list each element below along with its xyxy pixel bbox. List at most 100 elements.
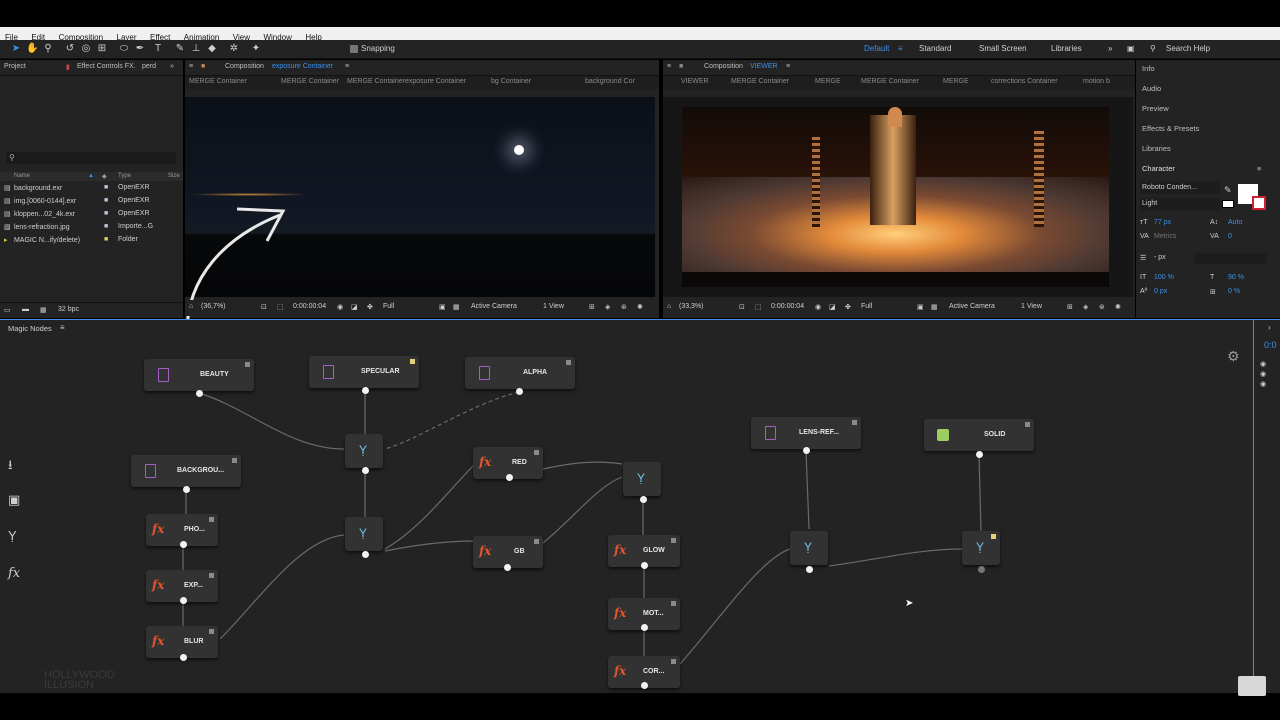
resolution-dropdown[interactable]: Full xyxy=(383,303,394,310)
type-tool-icon[interactable]: T xyxy=(152,43,164,55)
layer-switches-icon[interactable]: ◉ ◉ ◉ xyxy=(1260,360,1266,390)
audio-panel[interactable]: Audio xyxy=(1142,84,1161,93)
viewer-canvas-left[interactable] xyxy=(185,97,655,333)
output-port[interactable] xyxy=(516,388,523,395)
comp-tab-menu-icon[interactable]: ≡ xyxy=(786,63,790,70)
comp-tab-title[interactable]: Composition xyxy=(225,63,264,70)
tsume-value[interactable]: 0 % xyxy=(1228,288,1240,295)
column-name[interactable]: Name xyxy=(14,173,30,179)
roi-icon[interactable]: ▣ xyxy=(917,303,924,311)
viewer-canvas-right[interactable] xyxy=(663,97,1133,297)
sync-settings-icon[interactable]: ▣ xyxy=(1127,44,1135,53)
show-channel-icon[interactable]: ◪ xyxy=(829,303,836,311)
breadcrumb-item[interactable]: MERGE Container xyxy=(861,78,919,85)
kerning-value[interactable]: Metrics xyxy=(1154,233,1177,240)
workspace-standard[interactable]: Standard xyxy=(919,44,951,53)
output-port[interactable] xyxy=(641,562,648,569)
breadcrumb-item[interactable]: MERGE Container xyxy=(281,78,339,85)
output-port[interactable] xyxy=(180,654,187,661)
bit-depth[interactable]: 32 bpc xyxy=(58,306,79,313)
selection-tool-icon[interactable]: ➤ xyxy=(10,43,22,55)
output-port[interactable] xyxy=(180,597,187,604)
fit-icon[interactable]: ⊡ xyxy=(261,303,267,311)
node-background[interactable]: BACKGROU... xyxy=(131,455,241,487)
snapshot-icon[interactable]: ◉ xyxy=(815,303,821,311)
character-menu-icon[interactable]: ≡ xyxy=(1257,164,1261,173)
node-specular[interactable]: SPECULAR xyxy=(309,356,419,388)
zoom-dropdown[interactable]: (36,7%) xyxy=(201,303,226,310)
lock-icon[interactable]: ■ xyxy=(201,63,205,70)
draft-3d-icon[interactable]: ◈ xyxy=(1083,303,1088,311)
leading-value[interactable]: Auto xyxy=(1228,219,1242,226)
roi-icon[interactable]: ▣ xyxy=(439,303,446,311)
node-options-handle[interactable] xyxy=(209,573,214,578)
more-workspaces-icon[interactable]: » xyxy=(1108,44,1112,53)
horizontal-scale-value[interactable]: 90 % xyxy=(1228,274,1244,281)
breadcrumb-item[interactable]: bg Container xyxy=(491,78,531,85)
toggle-pixel-icon[interactable]: ⊞ xyxy=(1067,303,1073,311)
pan-behind-tool-icon[interactable]: ⊞ xyxy=(96,43,108,55)
breadcrumb-item[interactable]: VIEWER xyxy=(681,78,709,85)
output-port[interactable] xyxy=(504,564,511,571)
workspace-libraries[interactable]: Libraries xyxy=(1051,44,1082,53)
pen-tool-icon[interactable]: ✒ xyxy=(134,43,146,55)
resolution-dropdown[interactable]: Full xyxy=(861,303,872,310)
shape-tool-icon[interactable]: ⬭ xyxy=(118,43,130,55)
breadcrumb-item[interactable]: MERGE Container xyxy=(189,78,247,85)
exposure-icon[interactable]: ✺ xyxy=(637,303,643,311)
node-options-handle[interactable] xyxy=(209,517,214,522)
project-folder[interactable]: ▸ MAGIC N...ify/delete) xyxy=(4,236,80,244)
node-options-handle[interactable] xyxy=(852,420,857,425)
output-port[interactable] xyxy=(641,682,648,689)
font-size-value[interactable]: 77 px xyxy=(1154,219,1171,226)
node-options-handle[interactable] xyxy=(209,629,214,634)
tab-project[interactable]: Project xyxy=(4,63,26,70)
breadcrumb-item[interactable]: MERGE xyxy=(815,78,841,85)
breadcrumb-item[interactable]: motion b xyxy=(1083,78,1110,85)
stroke-color-swatch[interactable] xyxy=(1252,196,1266,210)
node-options-handle[interactable] xyxy=(245,362,250,367)
node-options-handle[interactable] xyxy=(534,450,539,455)
search-icon[interactable]: ⚲ xyxy=(1150,44,1156,53)
project-item[interactable]: ▤ background.exr xyxy=(4,184,62,192)
tab-effect-controls[interactable]: Effect Controls FX. xyxy=(77,63,136,70)
search-help-input[interactable]: Search Help xyxy=(1166,44,1210,53)
breadcrumb-item[interactable]: MERGE Container xyxy=(731,78,789,85)
column-type[interactable]: Type xyxy=(118,173,131,179)
panel-expand-icon[interactable]: » xyxy=(170,63,174,70)
font-style-dropdown[interactable]: Light xyxy=(1140,198,1220,210)
project-item[interactable]: ▧ lens-refraction.jpg xyxy=(4,223,70,231)
output-port[interactable] xyxy=(362,467,369,474)
workspace-menu-icon[interactable]: ≡ xyxy=(898,44,903,53)
snapping-checkbox[interactable] xyxy=(350,45,358,53)
orbit-tool-icon[interactable]: ◎ xyxy=(80,43,92,55)
camera-dropdown[interactable]: Active Camera xyxy=(949,303,995,310)
exposure-icon[interactable]: ✺ xyxy=(1115,303,1121,311)
output-port[interactable] xyxy=(976,451,983,458)
node-solid[interactable]: SOLID xyxy=(924,419,1034,451)
view-layout-dropdown[interactable]: 1 View xyxy=(543,303,564,310)
color-channel-icon[interactable]: ✤ xyxy=(367,303,373,311)
node-options-handle[interactable] xyxy=(991,534,996,539)
merge-node[interactable]: Ỵ xyxy=(345,517,383,551)
node-alpha[interactable]: ALPHA xyxy=(465,357,575,389)
merge-node[interactable]: Ỵ xyxy=(790,531,828,565)
node-beauty[interactable]: BEAUTY xyxy=(144,359,254,391)
output-port[interactable] xyxy=(362,551,369,558)
puppet-tool-icon[interactable]: ✦ xyxy=(250,43,262,55)
panel-menu-icon[interactable]: ≡ xyxy=(189,63,193,70)
output-port[interactable] xyxy=(183,486,190,493)
eraser-tool-icon[interactable]: ◆ xyxy=(206,43,218,55)
node-options-handle[interactable] xyxy=(534,539,539,544)
comp-tab-name[interactable]: exposure Container xyxy=(272,63,333,70)
transparency-grid-icon[interactable]: ▦ xyxy=(453,303,460,311)
region-icon[interactable]: ⬚ xyxy=(755,303,762,311)
eyedropper-icon[interactable]: ✎ xyxy=(1224,185,1232,196)
font-family-dropdown[interactable]: Roboto Conden... xyxy=(1140,182,1220,194)
effects-presets-panel[interactable]: Effects & Presets xyxy=(1142,124,1199,133)
workspace-small-screen[interactable]: Small Screen xyxy=(979,44,1027,53)
current-time[interactable]: 0:00:00:04 xyxy=(771,303,804,310)
info-panel[interactable]: Info xyxy=(1142,64,1155,73)
fit-icon[interactable]: ⊡ xyxy=(739,303,745,311)
transparency-grid-icon[interactable]: ▦ xyxy=(931,303,938,311)
